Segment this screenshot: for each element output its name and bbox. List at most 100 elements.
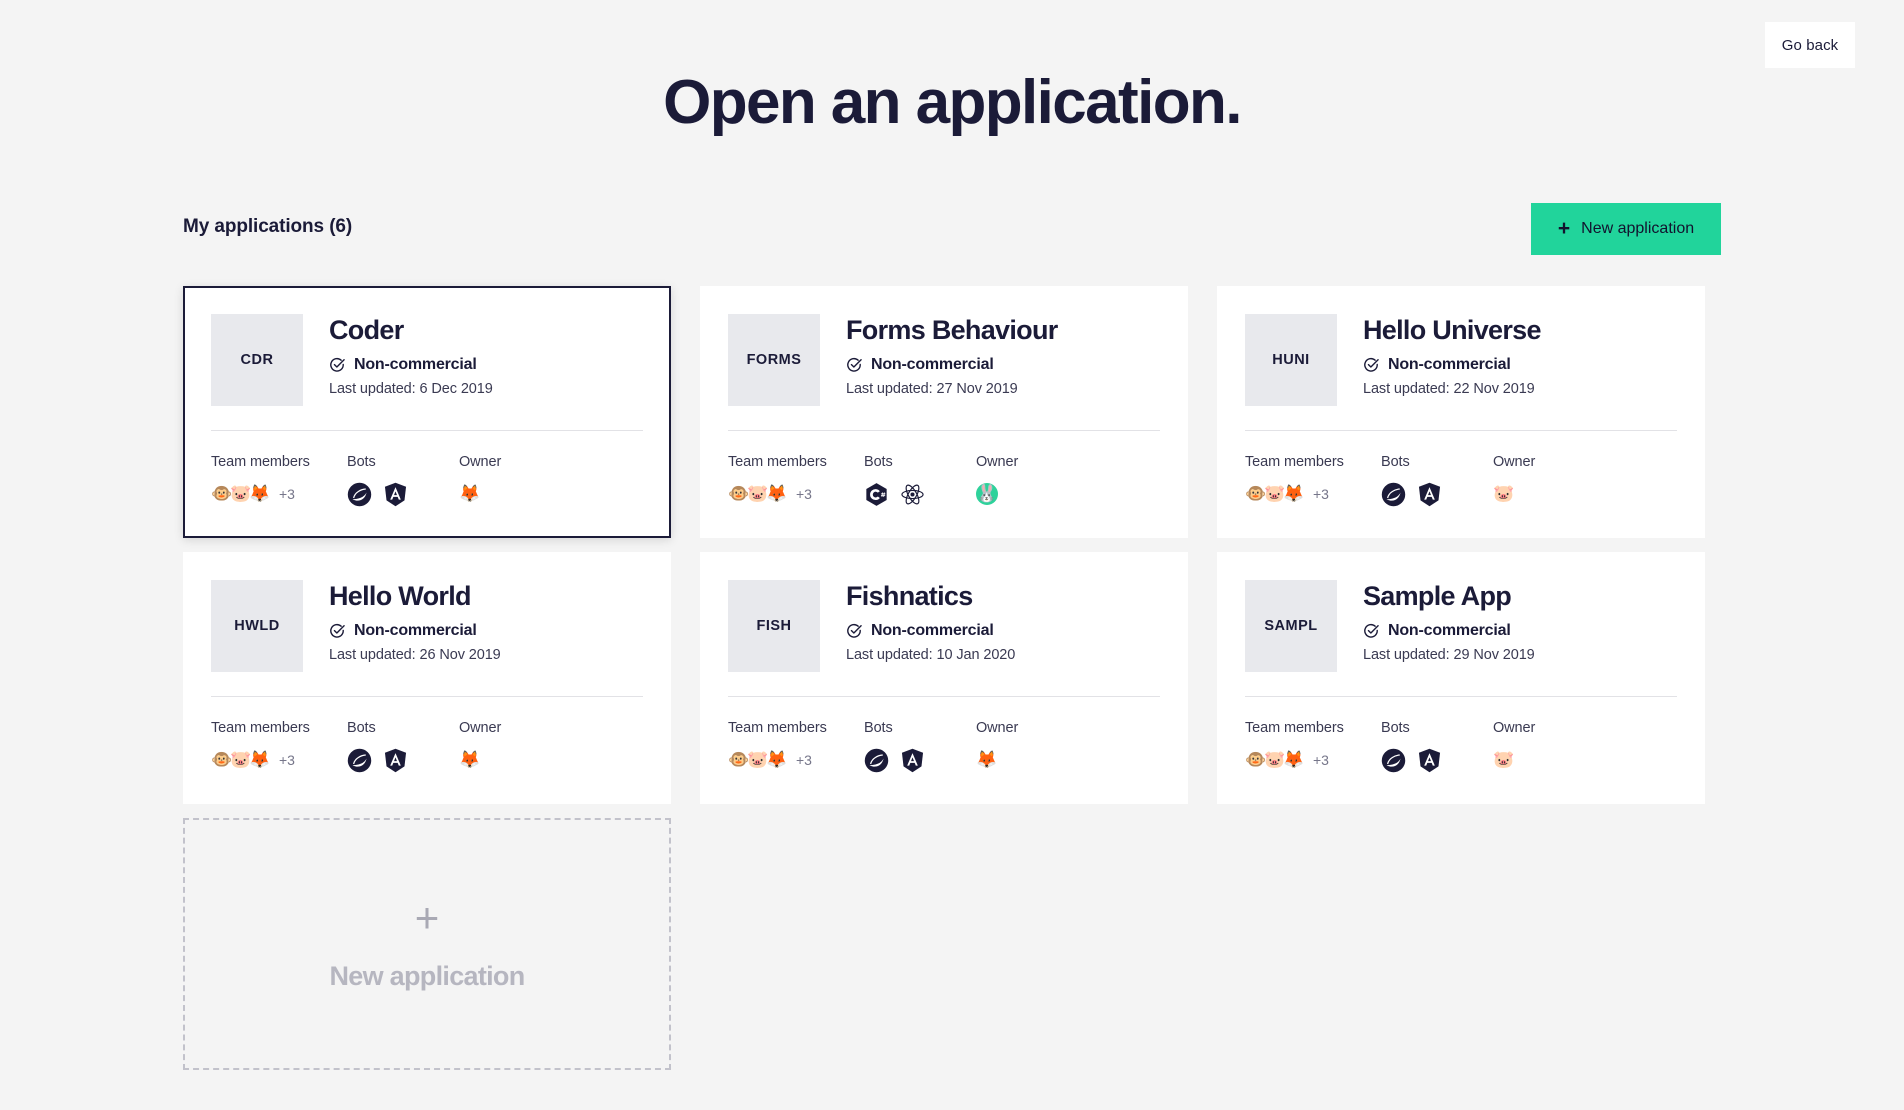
- application-name: Forms Behaviour: [846, 316, 1058, 345]
- react-icon-wrapper[interactable]: [900, 482, 936, 507]
- licence-row: Non-commercial: [846, 356, 1058, 374]
- team-members-avatars: 🐵🐷🦊+3: [211, 479, 347, 509]
- new-application-button[interactable]: + New application: [1531, 203, 1721, 255]
- fox-face-avatar[interactable]: 🦊: [976, 749, 998, 771]
- react-icon: [900, 482, 925, 507]
- licence-label: Non-commercial: [354, 356, 477, 374]
- spring-icon: [1381, 482, 1406, 507]
- angular-icon-wrapper[interactable]: [1417, 748, 1453, 773]
- bots-icons: [864, 745, 976, 775]
- application-card[interactable]: CDRCoderNon-commercialLast updated: 6 De…: [183, 286, 671, 538]
- licence-row: Non-commercial: [329, 356, 493, 374]
- card-header-text: Hello UniverseNon-commercialLast updated…: [1363, 314, 1541, 397]
- angular-icon-wrapper[interactable]: [1417, 482, 1453, 507]
- bots-icons: [347, 745, 459, 775]
- fox-face-avatar[interactable]: 🦊: [459, 749, 481, 771]
- card-header-text: Forms BehaviourNon-commercialLast update…: [846, 314, 1058, 397]
- spring-icon-wrapper[interactable]: [1381, 748, 1417, 773]
- card-divider: [211, 696, 643, 697]
- pig-face-avatar[interactable]: 🐷: [1493, 749, 1515, 771]
- check-circle-icon: [846, 623, 862, 639]
- owner-column: Owner🐷: [1493, 720, 1583, 775]
- rabbit-face-avatar[interactable]: 🐰: [976, 483, 998, 505]
- application-name: Sample App: [1363, 582, 1535, 611]
- card-header-text: CoderNon-commercialLast updated: 6 Dec 2…: [329, 314, 493, 397]
- spring-icon-wrapper[interactable]: [864, 748, 900, 773]
- fox-face-avatar[interactable]: 🦊: [249, 483, 271, 505]
- angular-icon: [1417, 482, 1442, 507]
- application-thumbnail: CDR: [211, 314, 303, 406]
- team-members-label: Team members: [211, 454, 347, 470]
- my-applications-heading: My applications (6): [183, 216, 352, 238]
- application-card[interactable]: FORMSForms BehaviourNon-commercialLast u…: [700, 286, 1188, 538]
- owner-column: Owner 🦊: [976, 720, 1066, 775]
- card-header: FORMSForms BehaviourNon-commercialLast u…: [728, 314, 1160, 426]
- bots-label: Bots: [347, 720, 459, 736]
- angular-icon: [383, 482, 408, 507]
- go-back-button[interactable]: Go back: [1765, 22, 1855, 68]
- csharp-icon: [864, 482, 889, 507]
- spring-icon: [347, 748, 372, 773]
- bots-column: Bots: [864, 720, 976, 775]
- owner-label: Owner: [459, 720, 549, 736]
- angular-icon-wrapper[interactable]: [383, 482, 419, 507]
- bots-icons: [1381, 745, 1493, 775]
- team-members-label: Team members: [1245, 454, 1381, 470]
- card-footer: Team members🐵🐷🦊+3BotsOwner🐷: [1245, 720, 1583, 775]
- team-members-column: Team members🐵🐷🦊+3: [728, 454, 864, 509]
- fox-face-avatar[interactable]: 🦊: [766, 483, 788, 505]
- csharp-icon-wrapper[interactable]: [864, 482, 900, 507]
- fox-face-avatar[interactable]: 🦊: [249, 749, 271, 771]
- owner-avatar-wrap: 🦊: [459, 745, 549, 775]
- angular-icon-wrapper[interactable]: [900, 748, 936, 773]
- fox-face-avatar[interactable]: 🦊: [459, 483, 481, 505]
- owner-label: Owner: [459, 454, 549, 470]
- application-card[interactable]: SAMPLSample AppNon-commercialLast update…: [1217, 552, 1705, 804]
- page-title: Open an application.: [0, 72, 1904, 134]
- spring-icon-wrapper[interactable]: [1381, 482, 1417, 507]
- application-card[interactable]: HUNIHello UniverseNon-commercialLast upd…: [1217, 286, 1705, 538]
- owner-column: Owner🐷: [1493, 454, 1583, 509]
- card-footer: Team members🐵🐷🦊+3BotsOwner🦊: [728, 720, 1066, 775]
- owner-avatar-wrap: 🦊: [976, 745, 1066, 775]
- team-members-label: Team members: [211, 720, 347, 736]
- team-members-label: Team members: [1245, 720, 1381, 736]
- team-members-avatars: 🐵🐷🦊+3: [728, 745, 864, 775]
- fox-face-avatar[interactable]: 🦊: [766, 749, 788, 771]
- pig-face-avatar[interactable]: 🐷: [1493, 483, 1515, 505]
- licence-label: Non-commercial: [1388, 622, 1511, 640]
- new-application-placeholder-label: New application: [329, 961, 524, 992]
- bots-column: Bots: [1381, 454, 1493, 509]
- fox-face-avatar[interactable]: 🦊: [1283, 483, 1305, 505]
- new-application-button-label: New application: [1581, 220, 1694, 238]
- licence-row: Non-commercial: [329, 622, 501, 640]
- spring-icon-wrapper[interactable]: [347, 482, 383, 507]
- team-members-overflow-count: +3: [279, 752, 295, 768]
- angular-icon-wrapper[interactable]: [383, 748, 419, 773]
- licence-label: Non-commercial: [354, 622, 477, 640]
- spring-icon-wrapper[interactable]: [347, 748, 383, 773]
- section-header-row: My applications (6) + New application: [183, 203, 1721, 255]
- new-application-placeholder-card[interactable]: + New application: [183, 818, 671, 1070]
- licence-label: Non-commercial: [871, 622, 994, 640]
- team-members-overflow-count: +3: [279, 486, 295, 502]
- bots-icons: [1381, 479, 1493, 509]
- card-divider: [1245, 430, 1677, 431]
- team-members-column: Team members🐵🐷🦊+3: [1245, 454, 1381, 509]
- application-card[interactable]: FISHFishnaticsNon-commercialLast updated…: [700, 552, 1188, 804]
- owner-label: Owner: [976, 454, 1066, 470]
- plus-icon: +: [415, 897, 440, 939]
- application-chooser-page: Go back Open an application. My applicat…: [0, 0, 1904, 1110]
- card-footer: Team members🐵🐷🦊+3BotsOwner🐰: [728, 454, 1066, 509]
- bots-label: Bots: [1381, 720, 1493, 736]
- card-divider: [211, 430, 643, 431]
- bots-column: Bots: [1381, 720, 1493, 775]
- check-circle-icon: [1363, 357, 1379, 373]
- application-card[interactable]: HWLDHello WorldNon-commercialLast update…: [183, 552, 671, 804]
- application-name: Coder: [329, 316, 493, 345]
- owner-avatar-wrap: 🐷: [1493, 479, 1583, 509]
- fox-face-avatar[interactable]: 🦊: [1283, 749, 1305, 771]
- owner-label: Owner: [976, 720, 1066, 736]
- team-members-label: Team members: [728, 454, 864, 470]
- owner-column: Owner 🦊: [459, 454, 549, 509]
